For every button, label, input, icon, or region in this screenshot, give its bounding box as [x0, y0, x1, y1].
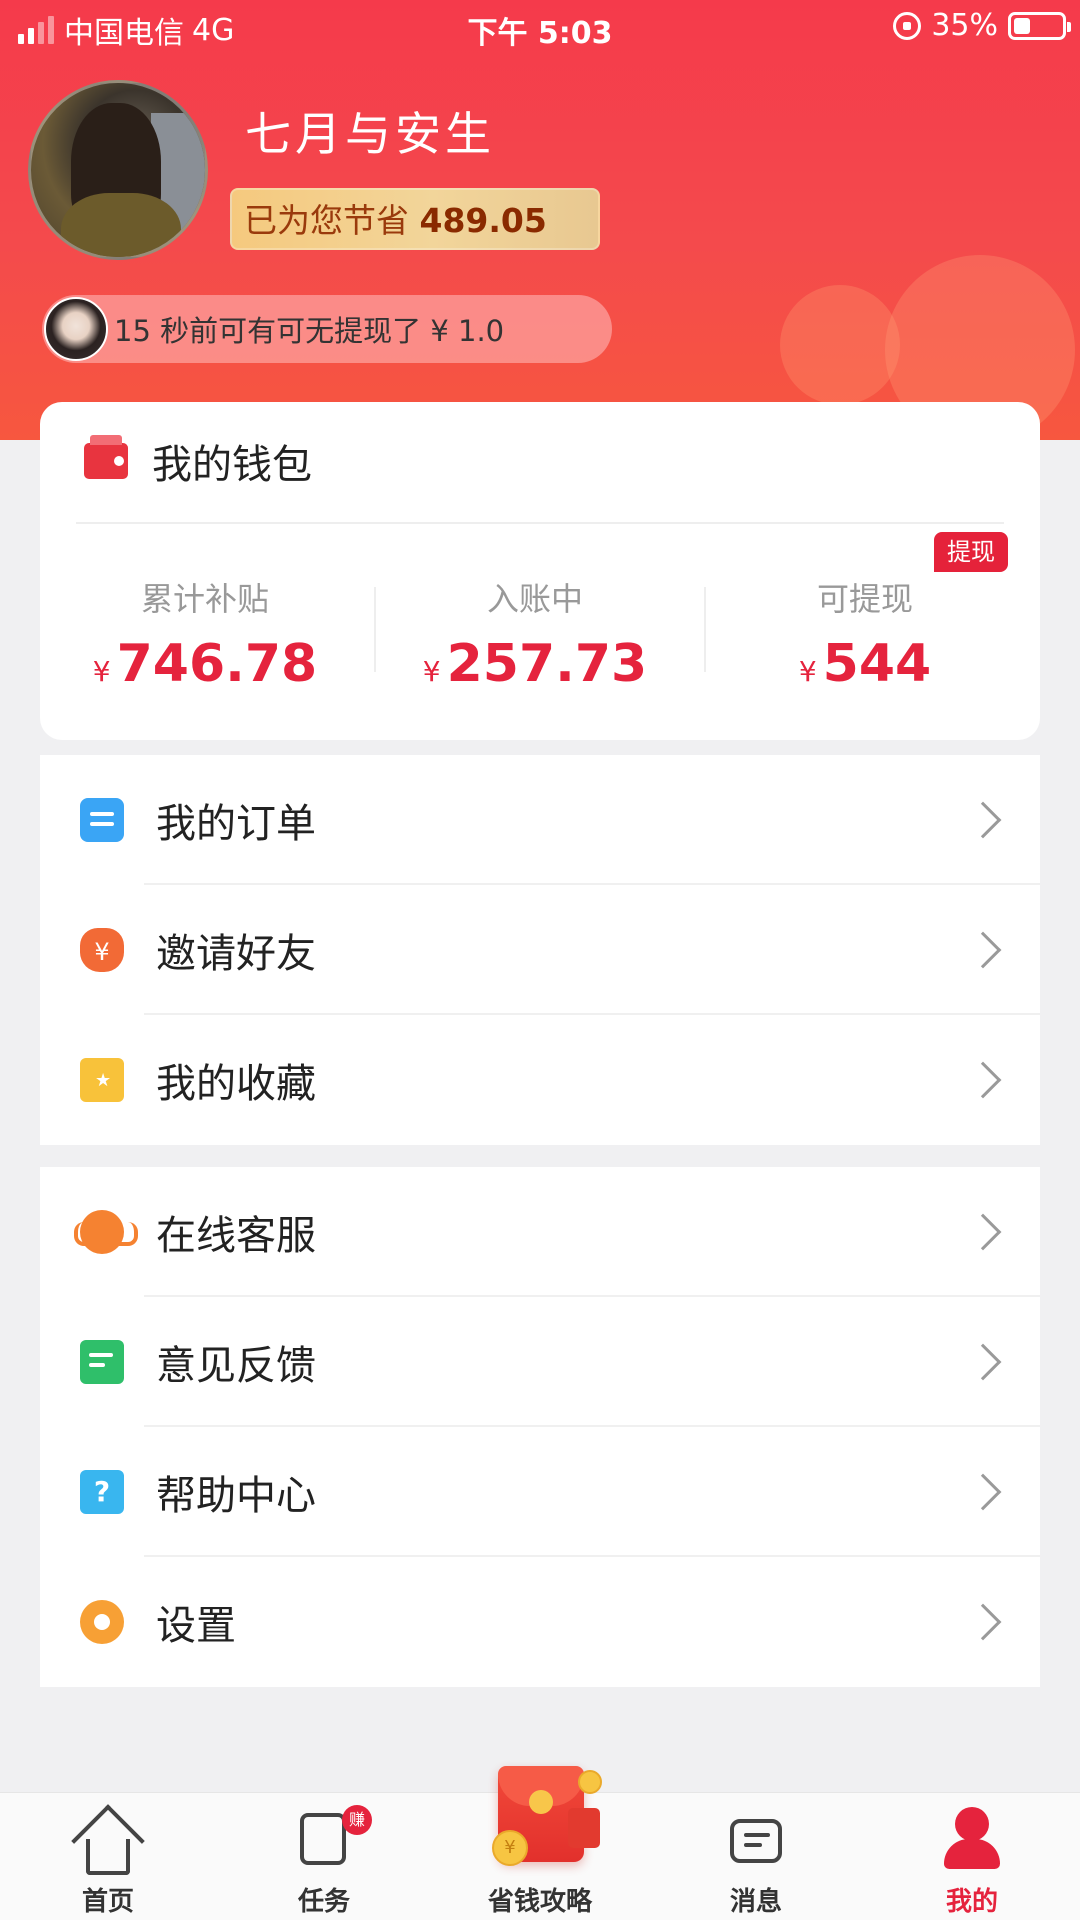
tab-messages[interactable]: 消息: [648, 1793, 864, 1920]
wallet-icon: [84, 435, 128, 479]
feedback-icon: [80, 1340, 124, 1384]
menu-item-label: 帮助中心: [156, 1473, 316, 1519]
wallet-title: 我的钱包: [152, 442, 312, 488]
chevron-right-icon: [964, 1213, 1002, 1251]
menu-item-label: 在线客服: [156, 1213, 316, 1259]
tab-profile[interactable]: 我的: [864, 1793, 1080, 1920]
menu-item-label: 我的订单: [156, 801, 316, 847]
message-icon: [730, 1819, 782, 1863]
stat-label: 可提现: [816, 580, 913, 618]
menu-group-account: 我的订单 ¥ 邀请好友 我的收藏: [40, 755, 1040, 1145]
battery-icon: [1008, 11, 1071, 40]
profile-icon-body: [944, 1839, 1000, 1869]
customer-service-icon: [74, 1210, 138, 1254]
tab-tasks[interactable]: 赚 任务: [216, 1793, 432, 1920]
tab-label: 首页: [81, 1887, 134, 1917]
withdraw-button[interactable]: 提现: [934, 532, 1008, 572]
menu-item-help[interactable]: ? 帮助中心: [40, 1427, 1040, 1557]
menu-item-label: 意见反馈: [156, 1343, 316, 1389]
battery-percent: 35%: [931, 8, 998, 43]
chevron-right-icon: [964, 931, 1002, 969]
menu-item-customer-service[interactable]: 在线客服: [40, 1167, 1040, 1297]
stat-value: 544: [822, 634, 932, 694]
coin-icon: [578, 1770, 602, 1794]
menu-item-feedback[interactable]: 意见反馈: [40, 1297, 1040, 1427]
savings-amount: 489.05: [419, 201, 547, 240]
menu-item-orders[interactable]: 我的订单: [40, 755, 1040, 885]
chevron-right-icon: [964, 1603, 1002, 1641]
tab-label: 省钱攻略: [487, 1887, 592, 1917]
tab-label: 消息: [729, 1887, 782, 1917]
red-packet-small-icon: [568, 1808, 600, 1848]
withdraw-ticker: 15 秒前可有可无提现了 ¥ 1.0: [42, 295, 612, 363]
profile-icon: [955, 1807, 989, 1841]
currency-symbol: ¥: [92, 655, 111, 688]
chevron-right-icon: [964, 1343, 1002, 1381]
currency-symbol: ¥: [422, 655, 441, 688]
stat-withdrawable[interactable]: 可提现 ¥544: [700, 574, 1030, 694]
stat-label: 入账中: [486, 580, 583, 618]
earn-badge: 赚: [342, 1805, 372, 1835]
ticker-text: 15 秒前可有可无提现了 ¥ 1.0: [114, 314, 505, 348]
coin-icon: ¥: [492, 1830, 528, 1866]
order-icon: [80, 798, 124, 842]
username: 七月与安生: [245, 107, 495, 161]
invite-icon: ¥: [80, 928, 124, 972]
settings-icon: [80, 1600, 124, 1644]
stat-label: 累计补贴: [140, 580, 269, 618]
decor-bubble: [780, 285, 900, 405]
menu-item-invite[interactable]: ¥ 邀请好友: [40, 885, 1040, 1015]
menu-item-favorites[interactable]: 我的收藏: [40, 1015, 1040, 1145]
stat-total-subsidy[interactable]: 累计补贴 ¥746.78: [40, 574, 370, 694]
currency-symbol: ¥: [798, 655, 817, 688]
status-bar: 中国电信 4G 下午 5:03 35%: [0, 0, 1080, 52]
profile-header: 中国电信 4G 下午 5:03 35% 七月与安生 已为您节省 489.05 1…: [0, 0, 1080, 440]
chevron-right-icon: [964, 1061, 1002, 1099]
stat-value: 257.73: [446, 634, 648, 694]
wallet-header[interactable]: 我的钱包: [84, 432, 312, 490]
chevron-right-icon: [964, 801, 1002, 839]
task-icon: [300, 1813, 346, 1865]
menu-item-label: 设置: [156, 1603, 236, 1649]
ticker-avatar: [44, 297, 108, 361]
home-icon-body: [86, 1839, 130, 1875]
avatar[interactable]: [28, 80, 208, 260]
rotation-lock-icon: [893, 11, 922, 40]
menu-item-settings[interactable]: 设置: [40, 1557, 1040, 1687]
divider: [76, 522, 1004, 524]
savings-badge: 已为您节省 489.05: [230, 188, 600, 250]
help-icon: ?: [80, 1470, 124, 1514]
savings-prefix: 已为您节省: [244, 201, 409, 240]
stat-value: 746.78: [116, 634, 318, 694]
menu-item-label: 我的收藏: [156, 1061, 316, 1107]
tab-label: 任务: [297, 1887, 350, 1917]
tab-label: 我的: [945, 1887, 998, 1917]
tab-home[interactable]: 首页: [0, 1793, 216, 1920]
status-right: 35%: [893, 8, 1071, 43]
menu-group-support: 在线客服 意见反馈 ? 帮助中心 设置: [40, 1167, 1040, 1687]
favorites-icon: [80, 1058, 124, 1102]
stat-pending[interactable]: 入账中 ¥257.73: [370, 574, 700, 694]
menu-item-label: 邀请好友: [156, 931, 316, 977]
chevron-right-icon: [964, 1473, 1002, 1511]
wallet-card: 我的钱包 提现 累计补贴 ¥746.78 入账中 ¥257.73 可提现 ¥54…: [40, 402, 1040, 740]
